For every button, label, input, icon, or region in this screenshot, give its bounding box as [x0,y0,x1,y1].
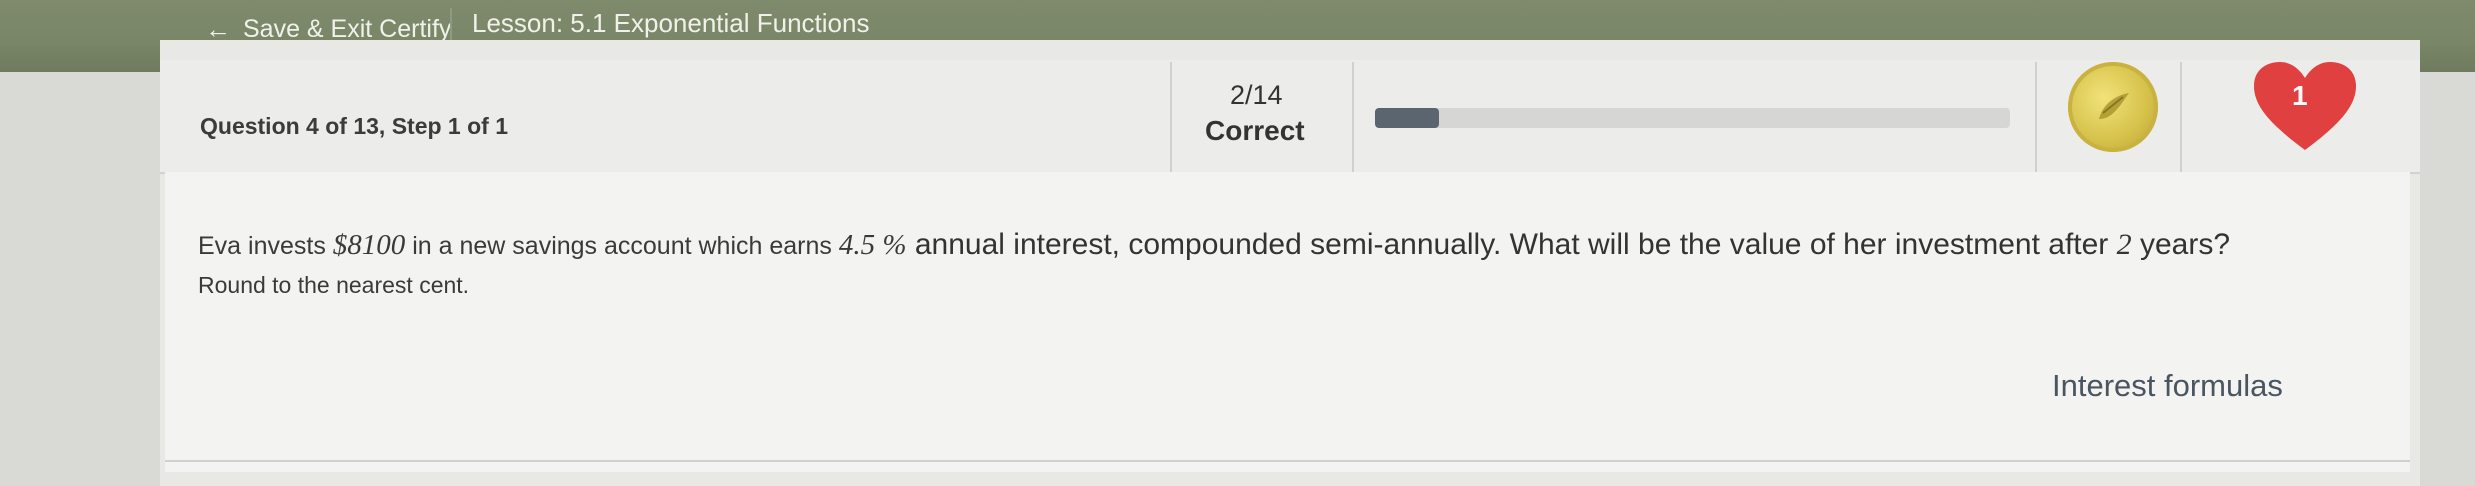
coin-icon[interactable] [2068,62,2158,152]
question-part: annual interest, compounded semi-annuall… [906,228,2117,261]
header-divider-3 [2035,62,2037,172]
question-part: years? [2131,228,2231,261]
coin-emblem [2099,93,2129,119]
lives-count: 1 [2292,80,2308,111]
header-divider-4 [2180,62,2182,172]
lesson-title: Lesson: 5.1 Exponential Functions [472,8,870,38]
rate-value: 4.5 % [838,229,907,261]
progress-fill [1375,108,1439,128]
years-value: 2 [2116,228,2132,261]
progress-bar [1375,108,2010,128]
interest-formulas-link[interactable]: Interest formulas [2052,368,2283,404]
question-part: in a new savings account which earns [405,232,839,260]
content-divider [165,460,2410,462]
round-instruction: Round to the nearest cent. [198,272,470,298]
header-divider-1 [1170,62,1172,172]
question-position: Question 4 of 13, Step 1 of 1 [200,113,509,139]
header-divider-2 [1352,62,1354,172]
question-part: Eva invests [198,232,333,260]
score-label: Correct [1205,115,1305,146]
question-content [165,172,2410,472]
question-text: Eva invests $8100 in a new savings accou… [198,228,2230,262]
score-fraction: 2/14 [1230,80,1283,110]
amount-value: $8100 [332,229,406,261]
